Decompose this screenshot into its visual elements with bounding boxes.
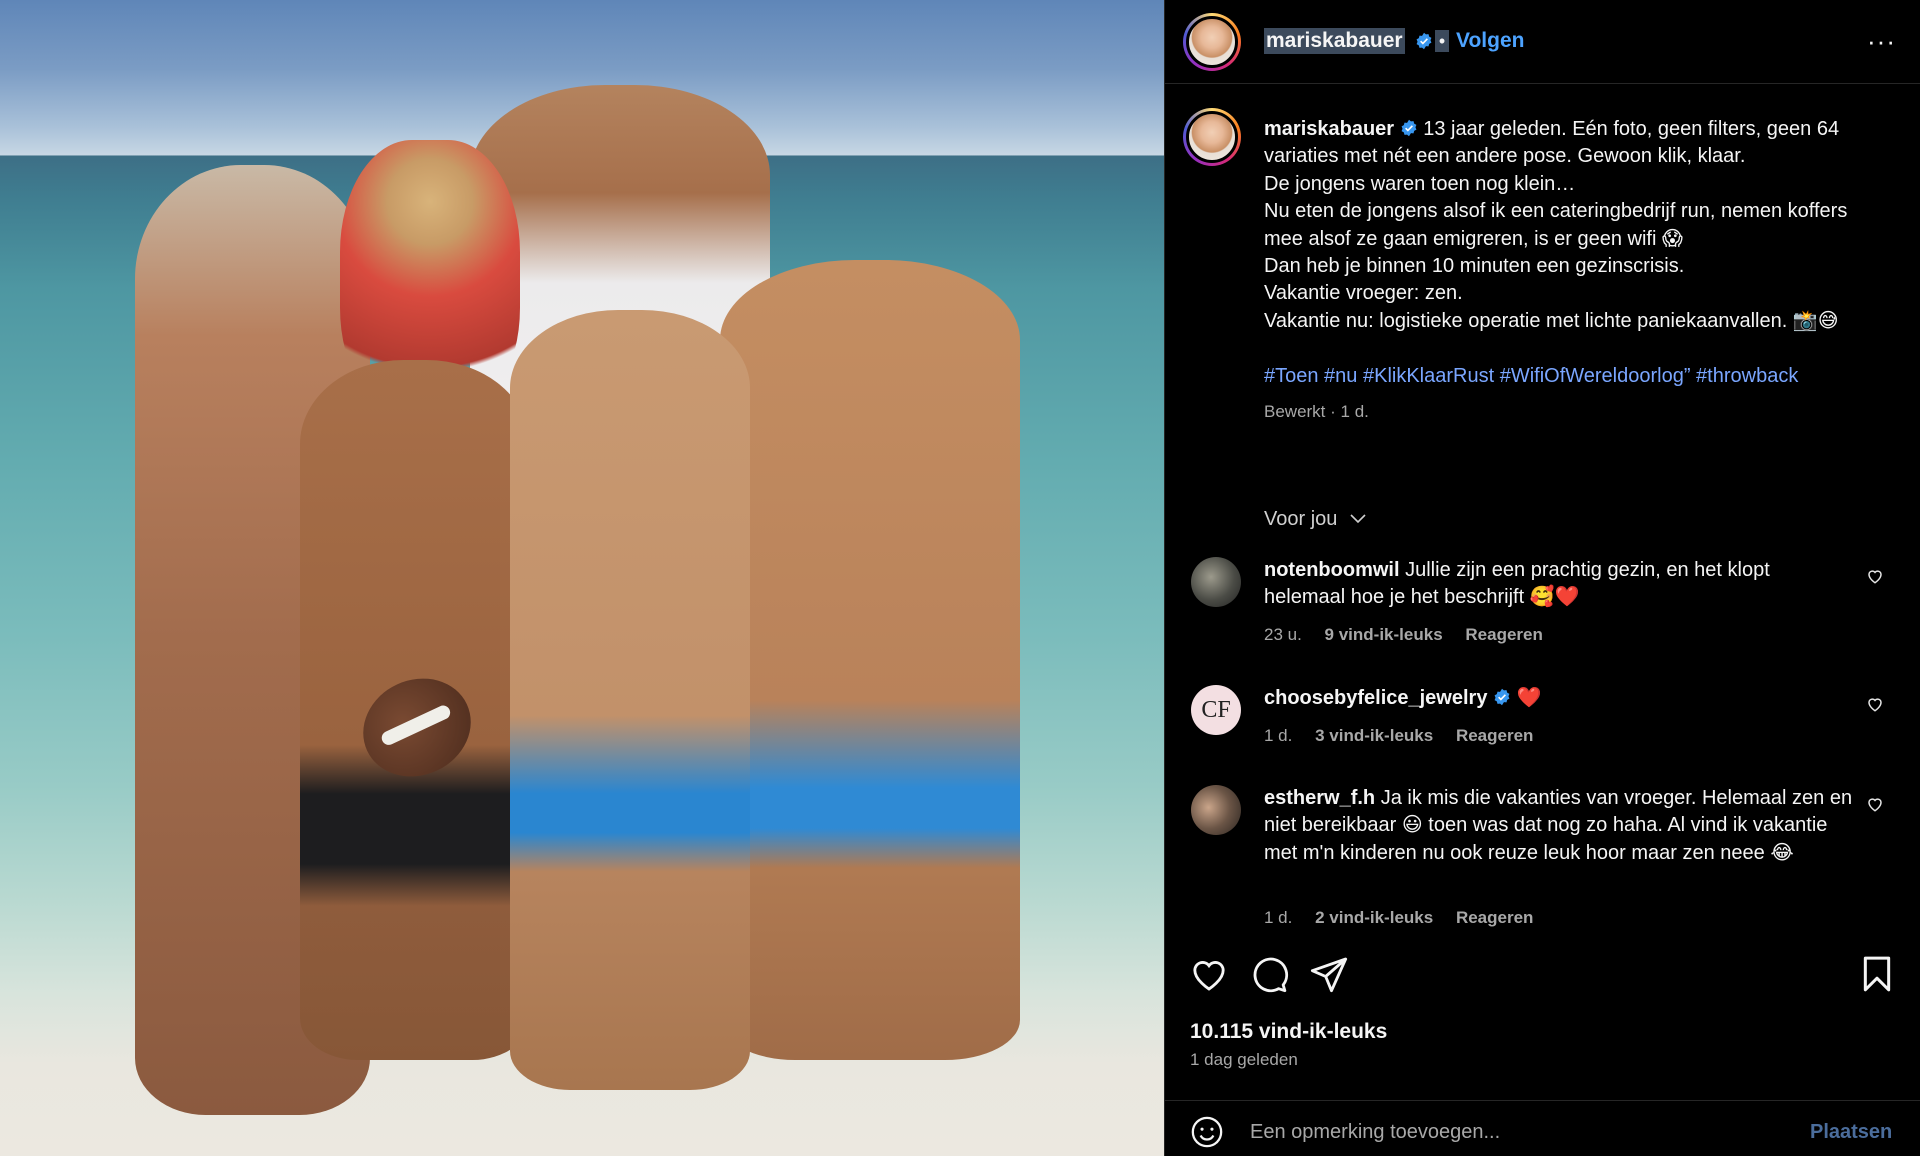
comment-like-heart-icon[interactable] — [1866, 795, 1884, 813]
comment-text: estherw_f.h Ja ik mis die vakanties van … — [1264, 785, 1854, 867]
caption-line: Vakantie vroeger: zen. — [1264, 282, 1463, 305]
caption-meta: Bewerkt · 1 d. — [1264, 402, 1369, 422]
caption-line: Dan heb je binnen 10 minuten een gezinsc… — [1264, 255, 1685, 278]
post-photo[interactable] — [0, 0, 1164, 1156]
post-sidebar: mariskabauer • Volgen ··· mariskabauer 1… — [1164, 0, 1920, 1156]
commenter-username[interactable]: notenboomwil — [1264, 559, 1400, 581]
caption-avatar[interactable] — [1183, 108, 1241, 166]
comment-like-heart-icon[interactable] — [1866, 567, 1884, 585]
comment-likes[interactable]: 3 vind-ik-leuks — [1315, 726, 1433, 745]
comment-text: notenboomwil Jullie zijn een prachtig ge… — [1264, 557, 1854, 612]
comment-time: 1 d. — [1264, 908, 1293, 927]
comment-sort-label: Voor jou — [1264, 508, 1338, 530]
person-boy-right — [720, 260, 1020, 1060]
emoji-picker-icon[interactable] — [1190, 1115, 1224, 1149]
save-bookmark-icon[interactable] — [1857, 954, 1897, 994]
comment-likes[interactable]: 9 vind-ik-leuks — [1325, 625, 1443, 644]
verified-badge-icon — [1494, 688, 1510, 706]
like-heart-icon[interactable] — [1189, 954, 1229, 994]
caption-line: Nu eten de jongens alsof ik een catering… — [1264, 200, 1848, 250]
caption-line: Vakantie nu: logistieke operatie met lic… — [1264, 309, 1839, 332]
commenter-avatar[interactable] — [1191, 785, 1241, 835]
caption-hashtags[interactable]: #Toen #nu #KlikKlaarRust #WifiOfWereldoo… — [1264, 365, 1798, 387]
person-boy-center — [510, 310, 750, 1090]
comment-body: ❤️ — [1516, 687, 1542, 709]
author-username[interactable]: mariskabauer — [1264, 28, 1405, 54]
reply-button[interactable]: Reageren — [1456, 726, 1533, 745]
comment-text: choosebyfelice_jewelry ❤️ — [1264, 685, 1854, 712]
header-separator: • — [1435, 30, 1449, 52]
comment-bubble-icon[interactable] — [1249, 954, 1289, 994]
comment-meta: 23 u. 9 vind-ik-leuks Reageren — [1264, 625, 1561, 645]
chevron-down-icon — [1350, 514, 1366, 524]
commenter-username[interactable]: estherw_f.h — [1264, 787, 1375, 809]
post-comment-button[interactable]: Plaatsen — [1810, 1121, 1892, 1144]
post-header: mariskabauer • Volgen ··· — [1165, 0, 1920, 84]
comment-like-heart-icon[interactable] — [1866, 695, 1884, 713]
comment-sort-dropdown[interactable]: Voor jou — [1264, 508, 1367, 531]
commenter-avatar[interactable] — [1191, 557, 1241, 607]
post-actions — [1165, 950, 1920, 1000]
more-options-icon[interactable]: ··· — [1867, 28, 1896, 54]
post-date: 1 dag geleden — [1190, 1050, 1298, 1069]
comment-meta: 1 d. 2 vind-ik-leuks Reageren — [1264, 908, 1551, 928]
caption-username[interactable]: mariskabauer — [1264, 118, 1394, 140]
commenter-username[interactable]: choosebyfelice_jewelry — [1264, 687, 1487, 709]
comment-time: 23 u. — [1264, 625, 1302, 644]
reply-button[interactable]: Reageren — [1465, 625, 1542, 644]
reply-button[interactable]: Reageren — [1456, 908, 1533, 927]
comment-time: 1 d. — [1264, 726, 1293, 745]
comment-meta: 1 d. 3 vind-ik-leuks Reageren — [1264, 726, 1551, 746]
add-comment-bar: Plaatsen — [1165, 1100, 1920, 1156]
commenter-avatar[interactable]: CF — [1191, 685, 1241, 735]
author-avatar[interactable] — [1183, 13, 1241, 71]
caption-line: De jongens waren toen nog klein… — [1264, 172, 1576, 195]
verified-badge-icon — [1416, 32, 1432, 50]
verified-badge-icon — [1401, 119, 1417, 137]
follow-button[interactable]: Volgen — [1456, 28, 1524, 54]
share-send-icon[interactable] — [1309, 954, 1349, 994]
caption-body: mariskabauer 13 jaar geleden. Eén foto, … — [1264, 116, 1884, 425]
like-count[interactable]: 10.115 vind-ik-leuks — [1190, 1020, 1387, 1044]
comment-likes[interactable]: 2 vind-ik-leuks — [1315, 908, 1433, 927]
comment-input[interactable] — [1250, 1113, 1770, 1151]
